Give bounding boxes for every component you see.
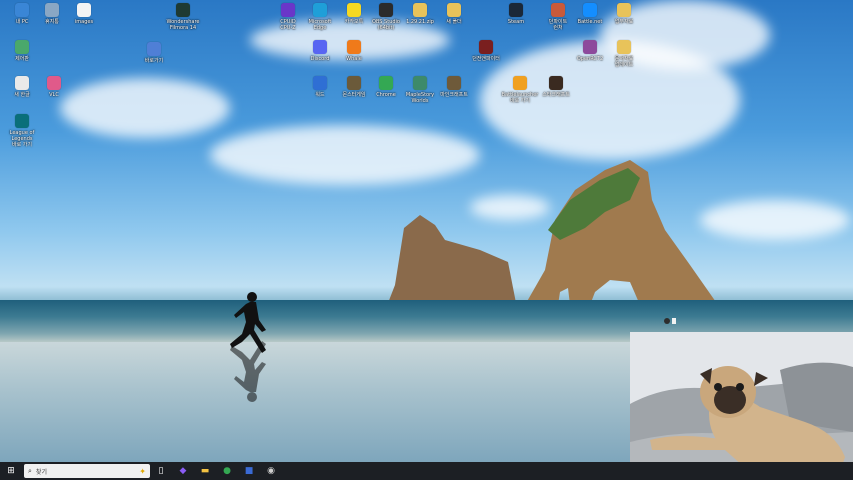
filmora-icon — [176, 3, 190, 17]
desktop-icon-label: 카카오톡 — [344, 19, 364, 25]
desktop-icon-label: 던전앤파이터 — [472, 56, 500, 62]
desktop-icon-label: 스타크래프트 — [542, 92, 570, 98]
desktop-icon-label: Steam — [507, 19, 525, 25]
search-box[interactable]: ⌕ 찾기 ✦ — [24, 464, 150, 478]
desktop-icon-label: 1.29.21.zip — [406, 19, 434, 25]
game-icon — [347, 76, 361, 90]
desktop-icon-label: 몬스터게임 — [342, 92, 366, 98]
battlenet-icon — [583, 3, 597, 17]
desktop-icon-label: 문서자료 업데이트 — [614, 56, 634, 68]
maplestory-icon — [413, 76, 427, 90]
cpuz-icon — [281, 3, 295, 17]
desktop-icon-control[interactable]: 제어판 — [2, 40, 42, 62]
desktop-icon-label: 내 PC — [15, 19, 29, 25]
shortcut-icon — [147, 42, 161, 56]
desktop-icon-label: Discord — [310, 56, 330, 62]
document-icon — [313, 76, 327, 90]
pug-photo — [630, 332, 853, 480]
search-placeholder: 찾기 — [35, 468, 47, 476]
desktop-icon-label: Battle.net — [577, 19, 603, 25]
minecraft-icon — [447, 76, 461, 90]
desktop-icon-label: 업무자료 — [614, 19, 634, 25]
desktop-icon-label: OpenRCT2 — [576, 56, 604, 62]
desktop-icon-label: 새 폴더 — [446, 19, 462, 25]
obs-icon — [379, 3, 393, 17]
steam-icon — [509, 3, 523, 17]
desktop-icon-folder1[interactable]: 새 폴더 — [434, 3, 474, 25]
recycle-bin-icon — [45, 3, 59, 17]
chrome-icon[interactable]: ● — [216, 462, 238, 480]
folder-icon — [447, 3, 461, 17]
desktop-icon-folder3[interactable]: 문서자료 업데이트 — [604, 40, 644, 68]
desktop-icon-lol[interactable]: 스타크래프트 — [536, 76, 576, 98]
tray-dot-icon — [672, 318, 676, 324]
edge-icon — [313, 3, 327, 17]
desktop-icon-label: CPUID CPU-Z — [280, 19, 296, 31]
discord-icon — [313, 40, 327, 54]
desktop-icon-shortcut[interactable]: 바로가기 — [134, 42, 174, 64]
person-icon — [664, 318, 670, 324]
file-explorer-icon[interactable]: ▬ — [194, 462, 216, 480]
desktop-icon-game2[interactable]: 던전앤파이터 — [466, 40, 506, 62]
obs-icon[interactable]: ◉ — [260, 462, 282, 480]
app-icon[interactable]: ■ — [238, 462, 260, 480]
webcam-overlay — [630, 332, 853, 480]
desktop-icon-label: Battlelauncher 바로 가기 — [501, 92, 539, 104]
dnf-icon — [479, 40, 493, 54]
desktop-icon-label: Whale — [346, 56, 362, 62]
starcraft-icon — [549, 76, 563, 90]
desktop-icon-label: 제어판 — [15, 56, 29, 62]
desktop-icon-league[interactable]: League of Legends 바로 가기 — [2, 114, 42, 148]
desktop-icon-label: 워드 — [315, 92, 325, 98]
taskview-icon[interactable]: ▯ — [150, 462, 172, 480]
desktop-icon-label: 휴지통 — [45, 19, 59, 25]
document-icon — [15, 76, 29, 90]
desktop-icon-vlc[interactable]: VLC — [34, 76, 74, 98]
desktop-icon-minecraft[interactable]: 마인크래프트 — [434, 76, 474, 98]
desktop-icon-whale[interactable]: Whale — [334, 40, 374, 62]
desktop-icon-label: 바로가기 — [144, 58, 164, 64]
desktop-icon-label: OBS Studio (64bit) — [372, 19, 400, 31]
folder-icon — [413, 3, 427, 17]
desktop-icon-images[interactable]: images — [64, 3, 104, 25]
runner-silhouette — [230, 292, 266, 402]
control-panel-icon — [15, 40, 29, 54]
image-icon — [47, 76, 61, 90]
small-rock — [388, 215, 516, 303]
desktop-icon-label: League of Legends 바로 가기 — [9, 130, 35, 148]
desktop-icon-label: Chrome — [376, 92, 396, 98]
computer-icon — [15, 3, 29, 17]
folder-icon — [617, 40, 631, 54]
whale-icon — [347, 40, 361, 54]
league-icon — [15, 114, 29, 128]
desktop-icon-folder2[interactable]: 업무자료 — [604, 3, 644, 25]
search-icon: ⌕ — [28, 466, 32, 475]
folder-icon — [617, 3, 631, 17]
chrome-icon — [379, 76, 393, 90]
desktop-icon-label: Wondershare Filmora 14 — [166, 19, 200, 31]
desktop-icon-label: 새 한글 — [14, 92, 30, 98]
openrct-icon — [583, 40, 597, 54]
desktop-icon-filmora[interactable]: Wondershare Filmora 14 — [163, 3, 203, 31]
desktop-icon-battlelauncher[interactable]: Battlelauncher 바로 가기 — [500, 76, 540, 104]
kakaotalk-icon — [347, 3, 361, 17]
desktop-icon-label: MapleStory Worlds — [405, 92, 435, 104]
copilot-sparkle-icon: ✦ — [139, 466, 146, 476]
desktop-icon-label: Microsoft Edge — [308, 19, 332, 31]
desktop-icon-label: VLC — [49, 92, 59, 98]
desktop-icon-label: 던파이트 런처 — [548, 19, 568, 31]
desktop-icon-label: 마인크래프트 — [440, 92, 468, 98]
tray-indicator — [664, 318, 680, 326]
battlelauncher-icon — [513, 76, 527, 90]
file-icon — [77, 3, 91, 17]
copilot-icon[interactable]: ◆ — [172, 462, 194, 480]
desktop-icon-steam[interactable]: Steam — [496, 3, 536, 25]
desktop-icon-label: images — [74, 19, 94, 25]
taskbar: ⊞ ⌕ 찾기 ✦ ▯ ◆ ▬ ● ■ ◉ — [0, 462, 853, 480]
game-icon — [551, 3, 565, 17]
start-button[interactable]: ⊞ — [0, 462, 22, 480]
